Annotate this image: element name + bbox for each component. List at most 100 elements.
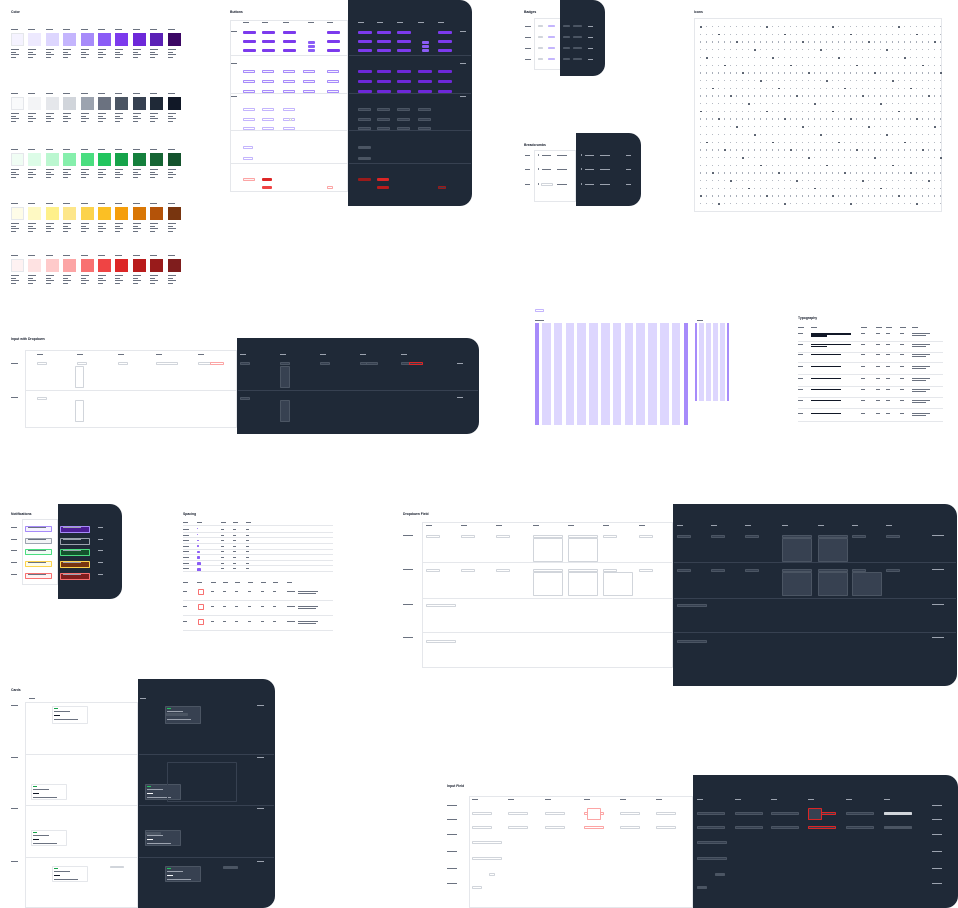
- swatch-meta: [115, 275, 124, 276]
- swatch-label: [98, 255, 105, 256]
- swatch-meta: [63, 176, 69, 178]
- shadow-css: [298, 623, 316, 624]
- swatch-meta: [132, 118, 141, 119]
- badge: [548, 47, 555, 49]
- text-input: [735, 826, 763, 829]
- spacing-value: [221, 540, 224, 541]
- grid-column: [713, 323, 718, 401]
- card-tag: [147, 786, 151, 787]
- card-value: [54, 715, 60, 716]
- swatch-label: [63, 149, 71, 150]
- swatch-meta: [98, 277, 103, 279]
- badge: [573, 47, 582, 49]
- icon-glyph: [844, 172, 846, 175]
- type-meta: [876, 366, 880, 367]
- notification-text: [63, 539, 81, 540]
- danger-button: [358, 178, 371, 181]
- icon-glyph: [736, 126, 738, 128]
- swatch-meta: [28, 171, 34, 173]
- col-header: [397, 22, 403, 23]
- dropdown-menu: [568, 538, 598, 562]
- swatch-meta: [98, 51, 103, 53]
- shadow-value: [223, 606, 226, 607]
- design-system-canvas: Color Buttons Badges Icons Breadcrumbs I…: [0, 0, 958, 908]
- type-sample: [811, 366, 841, 367]
- type-css: [912, 400, 930, 401]
- swatch-meta: [115, 120, 121, 122]
- text-input: [584, 826, 604, 829]
- row-label: [231, 96, 237, 97]
- spacing-value: [221, 534, 224, 536]
- type-css: [912, 378, 930, 379]
- grid-column: [671, 323, 681, 425]
- grid-column: [612, 323, 622, 425]
- col-header: [221, 522, 226, 523]
- col-header: [197, 582, 202, 583]
- notification-text: [28, 550, 46, 551]
- col-header: [808, 799, 814, 800]
- col-header: [262, 22, 268, 23]
- swatch-meta: [80, 113, 89, 114]
- type-css: [912, 354, 930, 355]
- col-header: [603, 525, 609, 526]
- icon-glyph: [928, 95, 930, 98]
- breadcrumb-item: [542, 169, 551, 170]
- type-meta: [876, 344, 880, 345]
- row-label: [932, 637, 944, 638]
- swatch-label: [28, 255, 36, 256]
- col-header: [77, 354, 83, 355]
- badge-row-label: [588, 59, 593, 60]
- swatch-meta: [63, 113, 72, 114]
- col-header: [320, 354, 326, 355]
- text-input: [472, 826, 492, 829]
- swatch-meta: [28, 176, 34, 178]
- secondary-button: [358, 70, 372, 73]
- swatch-meta: [115, 49, 124, 50]
- icon-glyph: [808, 72, 810, 74]
- spacing-value: [233, 529, 236, 530]
- text-input: [697, 826, 725, 829]
- breadcrumbs-light-frame: [534, 150, 576, 202]
- badge: [538, 25, 543, 27]
- type-meta: [876, 333, 880, 334]
- color-swatch: [132, 207, 146, 220]
- col-header: [360, 354, 366, 355]
- swatch-meta: [45, 225, 51, 227]
- grid-column: [648, 323, 657, 425]
- secondary-button: [397, 80, 411, 83]
- swatch-meta: [115, 113, 124, 114]
- swatch-label: [167, 149, 175, 150]
- col-header: [140, 698, 146, 699]
- color-swatch: [132, 33, 146, 46]
- swatch-meta: [167, 223, 176, 224]
- shadow-value: [248, 591, 251, 592]
- badge-row-label: [525, 48, 531, 49]
- badge: [573, 58, 582, 60]
- swatch-meta: [45, 120, 51, 122]
- swatch-label: [63, 255, 71, 256]
- row-label: [11, 861, 18, 862]
- type-meta: [876, 400, 880, 401]
- text-input: [620, 812, 640, 815]
- row-label: [447, 805, 457, 806]
- badge: [563, 47, 570, 49]
- swatch-meta: [167, 280, 176, 281]
- dropdown-menu: [852, 572, 882, 596]
- secondary-button: [438, 90, 452, 93]
- swatch-meta: [98, 282, 103, 284]
- col-header: [461, 525, 467, 526]
- swatch-label: [28, 93, 36, 94]
- type-meta: [861, 400, 865, 401]
- badge-row-label: [588, 37, 593, 38]
- col-header: [118, 354, 124, 355]
- notification-text: [63, 574, 81, 575]
- swatch-label: [132, 149, 140, 150]
- primary-button: [397, 31, 411, 34]
- grid-margin: [684, 323, 688, 425]
- ghost-button: [358, 157, 371, 160]
- icon-glyph: [724, 149, 726, 151]
- badge-row-label: [588, 26, 593, 27]
- danger-button: [438, 186, 446, 189]
- swatch-label: [167, 255, 175, 256]
- input-box: [366, 362, 378, 365]
